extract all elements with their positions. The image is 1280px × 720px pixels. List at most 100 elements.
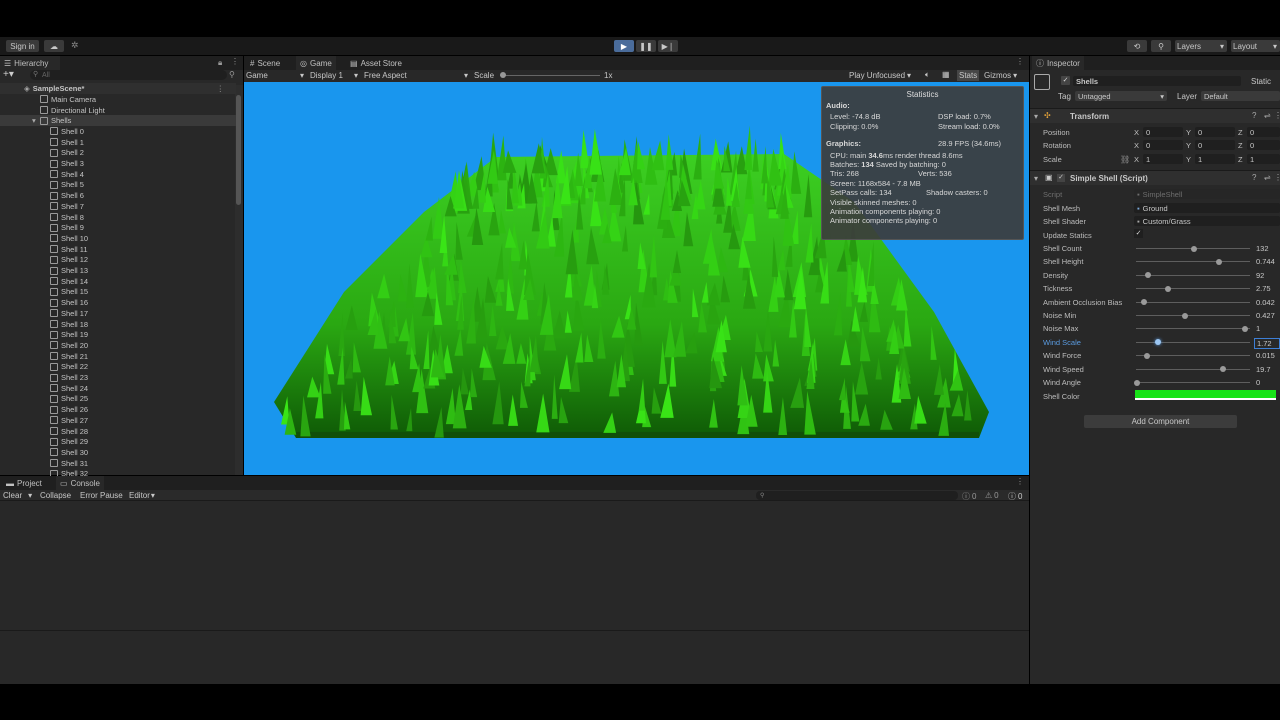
tab-scene[interactable]: # Scene bbox=[246, 56, 284, 70]
hierarchy-item-shell[interactable]: Shell 7 bbox=[0, 201, 236, 212]
transform-rot-z-field[interactable]: 0 bbox=[1247, 140, 1280, 150]
transform-pos-z-field[interactable]: 0 bbox=[1247, 127, 1280, 137]
wind-angle-slider[interactable] bbox=[1136, 382, 1250, 383]
hierarchy-item-shell[interactable]: Shell 6 bbox=[0, 190, 236, 201]
shell-shader-field[interactable]: ▪ Custom/Grass bbox=[1134, 216, 1280, 226]
hierarchy-item-shell[interactable]: Shell 5 bbox=[0, 180, 236, 191]
noise-max-value-field[interactable]: 1 bbox=[1256, 324, 1260, 333]
display-dropdown[interactable]: Display 1 ▾ bbox=[310, 71, 358, 80]
transform-pos-x-field[interactable]: 0 bbox=[1143, 127, 1183, 137]
shell-height-slider-knob[interactable] bbox=[1216, 258, 1223, 265]
transform-rot-y-field[interactable]: 0 bbox=[1195, 140, 1235, 150]
help-icon[interactable]: ? bbox=[1252, 173, 1256, 182]
wind-force-slider-knob[interactable] bbox=[1144, 352, 1151, 359]
transform-scl-y-field[interactable]: 1 bbox=[1195, 154, 1235, 164]
tab-project[interactable]: ▬ Project bbox=[2, 476, 46, 490]
noise-min-slider-knob[interactable] bbox=[1181, 312, 1188, 319]
settings-icon[interactable]: ⇌ bbox=[1264, 173, 1271, 182]
lock-icon[interactable]: 🔒︎ bbox=[218, 58, 222, 68]
error-pause-button[interactable]: Error Pause bbox=[80, 491, 123, 500]
hierarchy-item-shell[interactable]: Shell 16 bbox=[0, 297, 236, 308]
hierarchy-item-shell[interactable]: Shell 28 bbox=[0, 426, 236, 437]
more-icon[interactable]: ⋮ bbox=[1274, 173, 1280, 182]
hierarchy-item-shell[interactable]: Shell 24 bbox=[0, 383, 236, 394]
wind-speed-value-field[interactable]: 19.7 bbox=[1256, 365, 1271, 374]
transform-scl-x-field[interactable]: 1 bbox=[1143, 154, 1183, 164]
shell-mesh-field[interactable]: ▪ Ground bbox=[1134, 203, 1280, 213]
layers-dropdown[interactable]: Layers ▾ bbox=[1175, 40, 1227, 52]
density-value-field[interactable]: 92 bbox=[1256, 271, 1264, 280]
enabled-checkbox[interactable]: ✓ bbox=[1057, 174, 1065, 182]
tab-inspector[interactable]: ⓘ Inspector bbox=[1032, 56, 1084, 70]
layer-dropdown[interactable]: Default bbox=[1201, 91, 1280, 101]
transform-scl-z-field[interactable]: 1 bbox=[1247, 154, 1280, 164]
hierarchy-item-shell[interactable]: Shell 3 bbox=[0, 158, 236, 169]
wind-angle-slider-knob[interactable] bbox=[1134, 379, 1140, 386]
settings-icon[interactable]: ⇌ bbox=[1264, 111, 1271, 120]
cloud-icon[interactable]: ☁ bbox=[44, 40, 64, 52]
hierarchy-item-shell[interactable]: Shell 25 bbox=[0, 394, 236, 405]
hierarchy-item-shell[interactable]: Shell 11 bbox=[0, 244, 236, 255]
foldout-icon[interactable]: ▾ bbox=[32, 116, 40, 125]
hierarchy-item-shell[interactable]: Shell 15 bbox=[0, 287, 236, 298]
hierarchy-item-shell[interactable]: Shell 9 bbox=[0, 222, 236, 233]
hierarchy-search-input[interactable]: ⚲ All bbox=[30, 70, 227, 80]
ambient-occlusion-bias-slider-knob[interactable] bbox=[1140, 299, 1147, 306]
tickness-value-field[interactable]: 2.75 bbox=[1256, 284, 1271, 293]
search-icon[interactable]: ⚲ bbox=[1151, 40, 1171, 52]
foldout-icon[interactable]: ▾ bbox=[1034, 112, 1038, 121]
ambient-occlusion-bias-value-field[interactable]: 0.042 bbox=[1256, 298, 1275, 307]
step-button[interactable]: ▶❘ bbox=[658, 40, 678, 52]
hierarchy-item-shell[interactable]: Shell 22 bbox=[0, 362, 236, 373]
wind-speed-slider[interactable] bbox=[1136, 368, 1250, 370]
transform-rot-x-field[interactable]: 0 bbox=[1143, 140, 1183, 150]
clear-dropdown[interactable]: Clear ▾ bbox=[3, 491, 32, 500]
noise-min-value-field[interactable]: 0.427 bbox=[1256, 311, 1275, 320]
tab-hierarchy[interactable]: ☰ Hierarchy bbox=[0, 56, 60, 70]
object-name-field[interactable]: Shells bbox=[1073, 76, 1241, 86]
pause-button[interactable]: ❚❚ bbox=[636, 40, 656, 52]
collab-icon[interactable]: ✲ bbox=[71, 40, 85, 52]
tab-console[interactable]: ▭ Console bbox=[56, 476, 104, 490]
game-mode-dropdown[interactable]: Game ▾ bbox=[246, 71, 304, 80]
hierarchy-item-shell[interactable]: Shell 8 bbox=[0, 212, 236, 223]
layout-dropdown[interactable]: Layout ▾ bbox=[1231, 40, 1280, 52]
add-component-button[interactable]: Add Component bbox=[1084, 415, 1237, 428]
hierarchy-item-shell[interactable]: Shell 14 bbox=[0, 276, 236, 287]
noise-min-slider[interactable] bbox=[1136, 315, 1250, 316]
wind-scale-slider[interactable] bbox=[1136, 341, 1250, 343]
noise-max-slider[interactable] bbox=[1136, 328, 1250, 330]
hierarchy-item-directional-light[interactable]: Directional Light bbox=[0, 105, 236, 116]
history-icon[interactable]: ⟲ bbox=[1127, 40, 1147, 52]
transform-header[interactable]: ▾ ✣ Transform ? ⇌ ⋮ bbox=[1030, 108, 1280, 123]
tag-dropdown[interactable]: Untagged ▾ bbox=[1075, 91, 1167, 101]
error-count[interactable]: ⓘ 0 bbox=[962, 491, 976, 502]
editor-dropdown[interactable]: Editor ▾ bbox=[129, 491, 155, 500]
tickness-slider-knob[interactable] bbox=[1164, 285, 1171, 292]
wind-angle-value-field[interactable]: 0 bbox=[1256, 378, 1260, 387]
sign-in-button[interactable]: Sign in bbox=[6, 40, 39, 52]
add-object-button[interactable]: +▾ bbox=[3, 70, 21, 81]
hierarchy-item-shell[interactable]: Shell 18 bbox=[0, 319, 236, 330]
hierarchy-item-shell[interactable]: Shell 29 bbox=[0, 436, 236, 447]
hierarchy-item-shell[interactable]: Shell 30 bbox=[0, 447, 236, 458]
hierarchy-item-shell[interactable]: Shell 10 bbox=[0, 233, 236, 244]
foldout-icon[interactable]: ▾ bbox=[1034, 174, 1038, 183]
update-statics-checkbox[interactable]: ✓ bbox=[1134, 229, 1143, 238]
hierarchy-item-shell[interactable]: Shell 20 bbox=[0, 340, 236, 351]
audio-icon[interactable]: 🔈︎ bbox=[925, 70, 930, 80]
hierarchy-scrollbar[interactable] bbox=[235, 85, 243, 475]
tab-asset-store[interactable]: ▤ Asset Store bbox=[346, 56, 406, 70]
hierarchy-scene-row[interactable]: ◈ SampleScene* ⋮ bbox=[0, 83, 236, 94]
play-button[interactable]: ▶ bbox=[614, 40, 634, 52]
aspect-dropdown[interactable]: Free Aspect ▾ bbox=[364, 71, 468, 80]
hierarchy-item-shell[interactable]: Shell 17 bbox=[0, 308, 236, 319]
tickness-slider[interactable] bbox=[1136, 288, 1250, 290]
hierarchy-item-shell[interactable]: Shell 19 bbox=[0, 329, 236, 340]
scale-slider-knob[interactable] bbox=[500, 72, 506, 78]
wind-force-slider[interactable] bbox=[1136, 355, 1250, 357]
wind-force-value-field[interactable]: 0.015 bbox=[1256, 351, 1275, 360]
more-icon[interactable]: ⋮ bbox=[1274, 111, 1280, 120]
link-icon[interactable]: ⛓ bbox=[1120, 155, 1130, 164]
scale-slider[interactable] bbox=[500, 72, 600, 78]
